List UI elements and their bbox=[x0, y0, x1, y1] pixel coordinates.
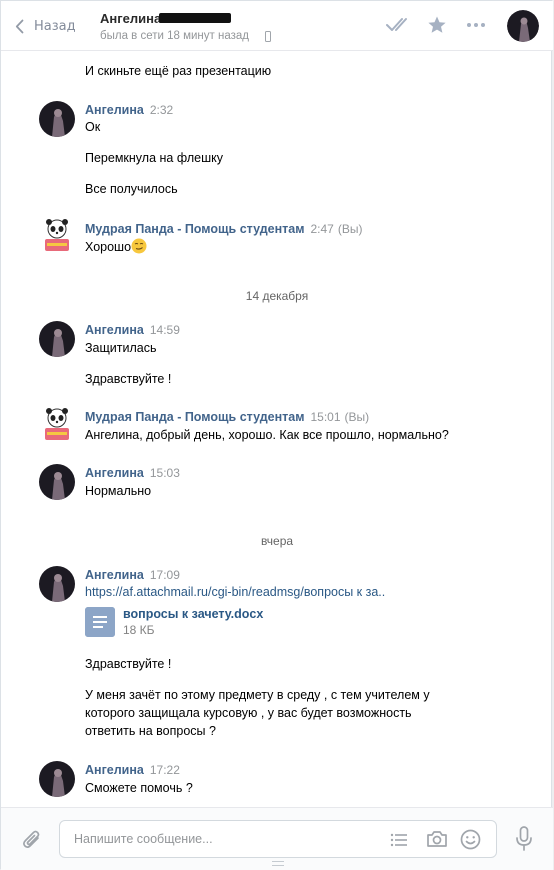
message-text: Ангелина, добрый день, хорошо. Как все п… bbox=[85, 428, 449, 442]
contact-name[interactable]: Ангелина bbox=[100, 11, 161, 26]
message-author[interactable]: Ангелина 2:32 bbox=[85, 103, 173, 117]
message-text: которого защищала курсовую , у вас будет… bbox=[85, 706, 412, 720]
online-status: была в сети 18 минут назад bbox=[100, 30, 249, 42]
message-author[interactable]: Ангелина 17:09 bbox=[85, 568, 180, 582]
avatar[interactable] bbox=[39, 101, 75, 137]
message-input[interactable]: Напишите сообщение... bbox=[59, 820, 497, 858]
message-text: Ок bbox=[85, 120, 101, 134]
phone-icon bbox=[265, 31, 271, 42]
message-author[interactable]: Ангелина 14:59 bbox=[85, 323, 180, 337]
message-text: Перемкнула на флешку bbox=[85, 151, 223, 165]
message-time: 17:22 bbox=[149, 763, 180, 777]
you-marker: (Вы) bbox=[344, 410, 370, 424]
chevron-left-icon bbox=[15, 19, 24, 33]
document-icon[interactable] bbox=[85, 607, 115, 637]
chat-header: Назад Ангелина была в сети 18 минут наза… bbox=[1, 1, 553, 51]
double-check-icon[interactable] bbox=[386, 14, 412, 36]
message-time: 2:32 bbox=[149, 103, 174, 117]
message-text: Сможете помочь ? bbox=[85, 781, 193, 795]
camera-icon[interactable] bbox=[426, 830, 448, 848]
date-separator: 14 декабря bbox=[245, 289, 309, 303]
document-name[interactable]: вопросы к зачету.docx bbox=[123, 607, 263, 621]
messenger-window: Назад Ангелина была в сети 18 минут наза… bbox=[0, 0, 553, 870]
avatar[interactable] bbox=[39, 566, 75, 602]
message-text: У меня зачёт по этому предмету в среду ,… bbox=[85, 688, 430, 702]
microphone-icon[interactable] bbox=[515, 826, 533, 852]
message-time: 17:09 bbox=[149, 568, 180, 582]
message-text: Все получилось bbox=[85, 182, 178, 196]
smile-icon[interactable] bbox=[460, 829, 481, 850]
more-icon[interactable] bbox=[466, 14, 486, 36]
message-author[interactable]: Мудрая Панда - Помощь студентам 2:47 (Вы) bbox=[85, 222, 362, 236]
avatar[interactable] bbox=[39, 464, 75, 500]
avatar[interactable] bbox=[39, 761, 75, 797]
date-separator: вчера bbox=[260, 534, 294, 548]
you-marker: (Вы) bbox=[337, 222, 363, 236]
message-time: 14:59 bbox=[149, 323, 180, 337]
redacted-surname bbox=[159, 13, 231, 23]
message-time: 15:01 bbox=[310, 410, 341, 424]
message-time: 15:03 bbox=[149, 466, 180, 480]
back-button[interactable]: Назад bbox=[15, 1, 76, 51]
message-placeholder: Напишите сообщение... bbox=[74, 832, 213, 846]
contact-avatar[interactable] bbox=[507, 10, 539, 42]
message-author[interactable]: Мудрая Панда - Помощь студентам 15:01 (Вы) bbox=[85, 410, 369, 424]
smirk-emoji-icon bbox=[131, 238, 147, 254]
back-label: Назад bbox=[34, 18, 76, 34]
panda-avatar[interactable] bbox=[41, 406, 73, 442]
message-text: Здравствуйте ! bbox=[85, 372, 172, 386]
star-icon[interactable] bbox=[427, 14, 447, 36]
message-author[interactable]: Ангелина 15:03 bbox=[85, 466, 180, 480]
message-composer: Напишите сообщение... bbox=[1, 807, 553, 870]
message-text: Нормально bbox=[85, 484, 152, 498]
document-size: 18 КБ bbox=[123, 623, 155, 637]
message-link[interactable]: https://af.attachmail.ru/cgi-bin/readmsg… bbox=[85, 585, 385, 599]
message-text: И скиньте ещё раз презентацию bbox=[85, 64, 272, 78]
message-text: Хорошо bbox=[85, 238, 147, 254]
panda-avatar[interactable] bbox=[41, 217, 73, 253]
message-text: ответить на вопросы ? bbox=[85, 724, 216, 738]
message-text: Здравствуйте ! bbox=[85, 657, 172, 671]
message-author[interactable]: Ангелина 17:22 bbox=[85, 763, 180, 777]
avatar[interactable] bbox=[39, 321, 75, 357]
message-text: Защитилась bbox=[85, 341, 157, 355]
paperclip-icon[interactable] bbox=[21, 828, 43, 852]
message-time: 2:47 bbox=[310, 222, 334, 236]
list-icon[interactable] bbox=[390, 832, 408, 848]
resize-grip[interactable] bbox=[272, 861, 284, 866]
